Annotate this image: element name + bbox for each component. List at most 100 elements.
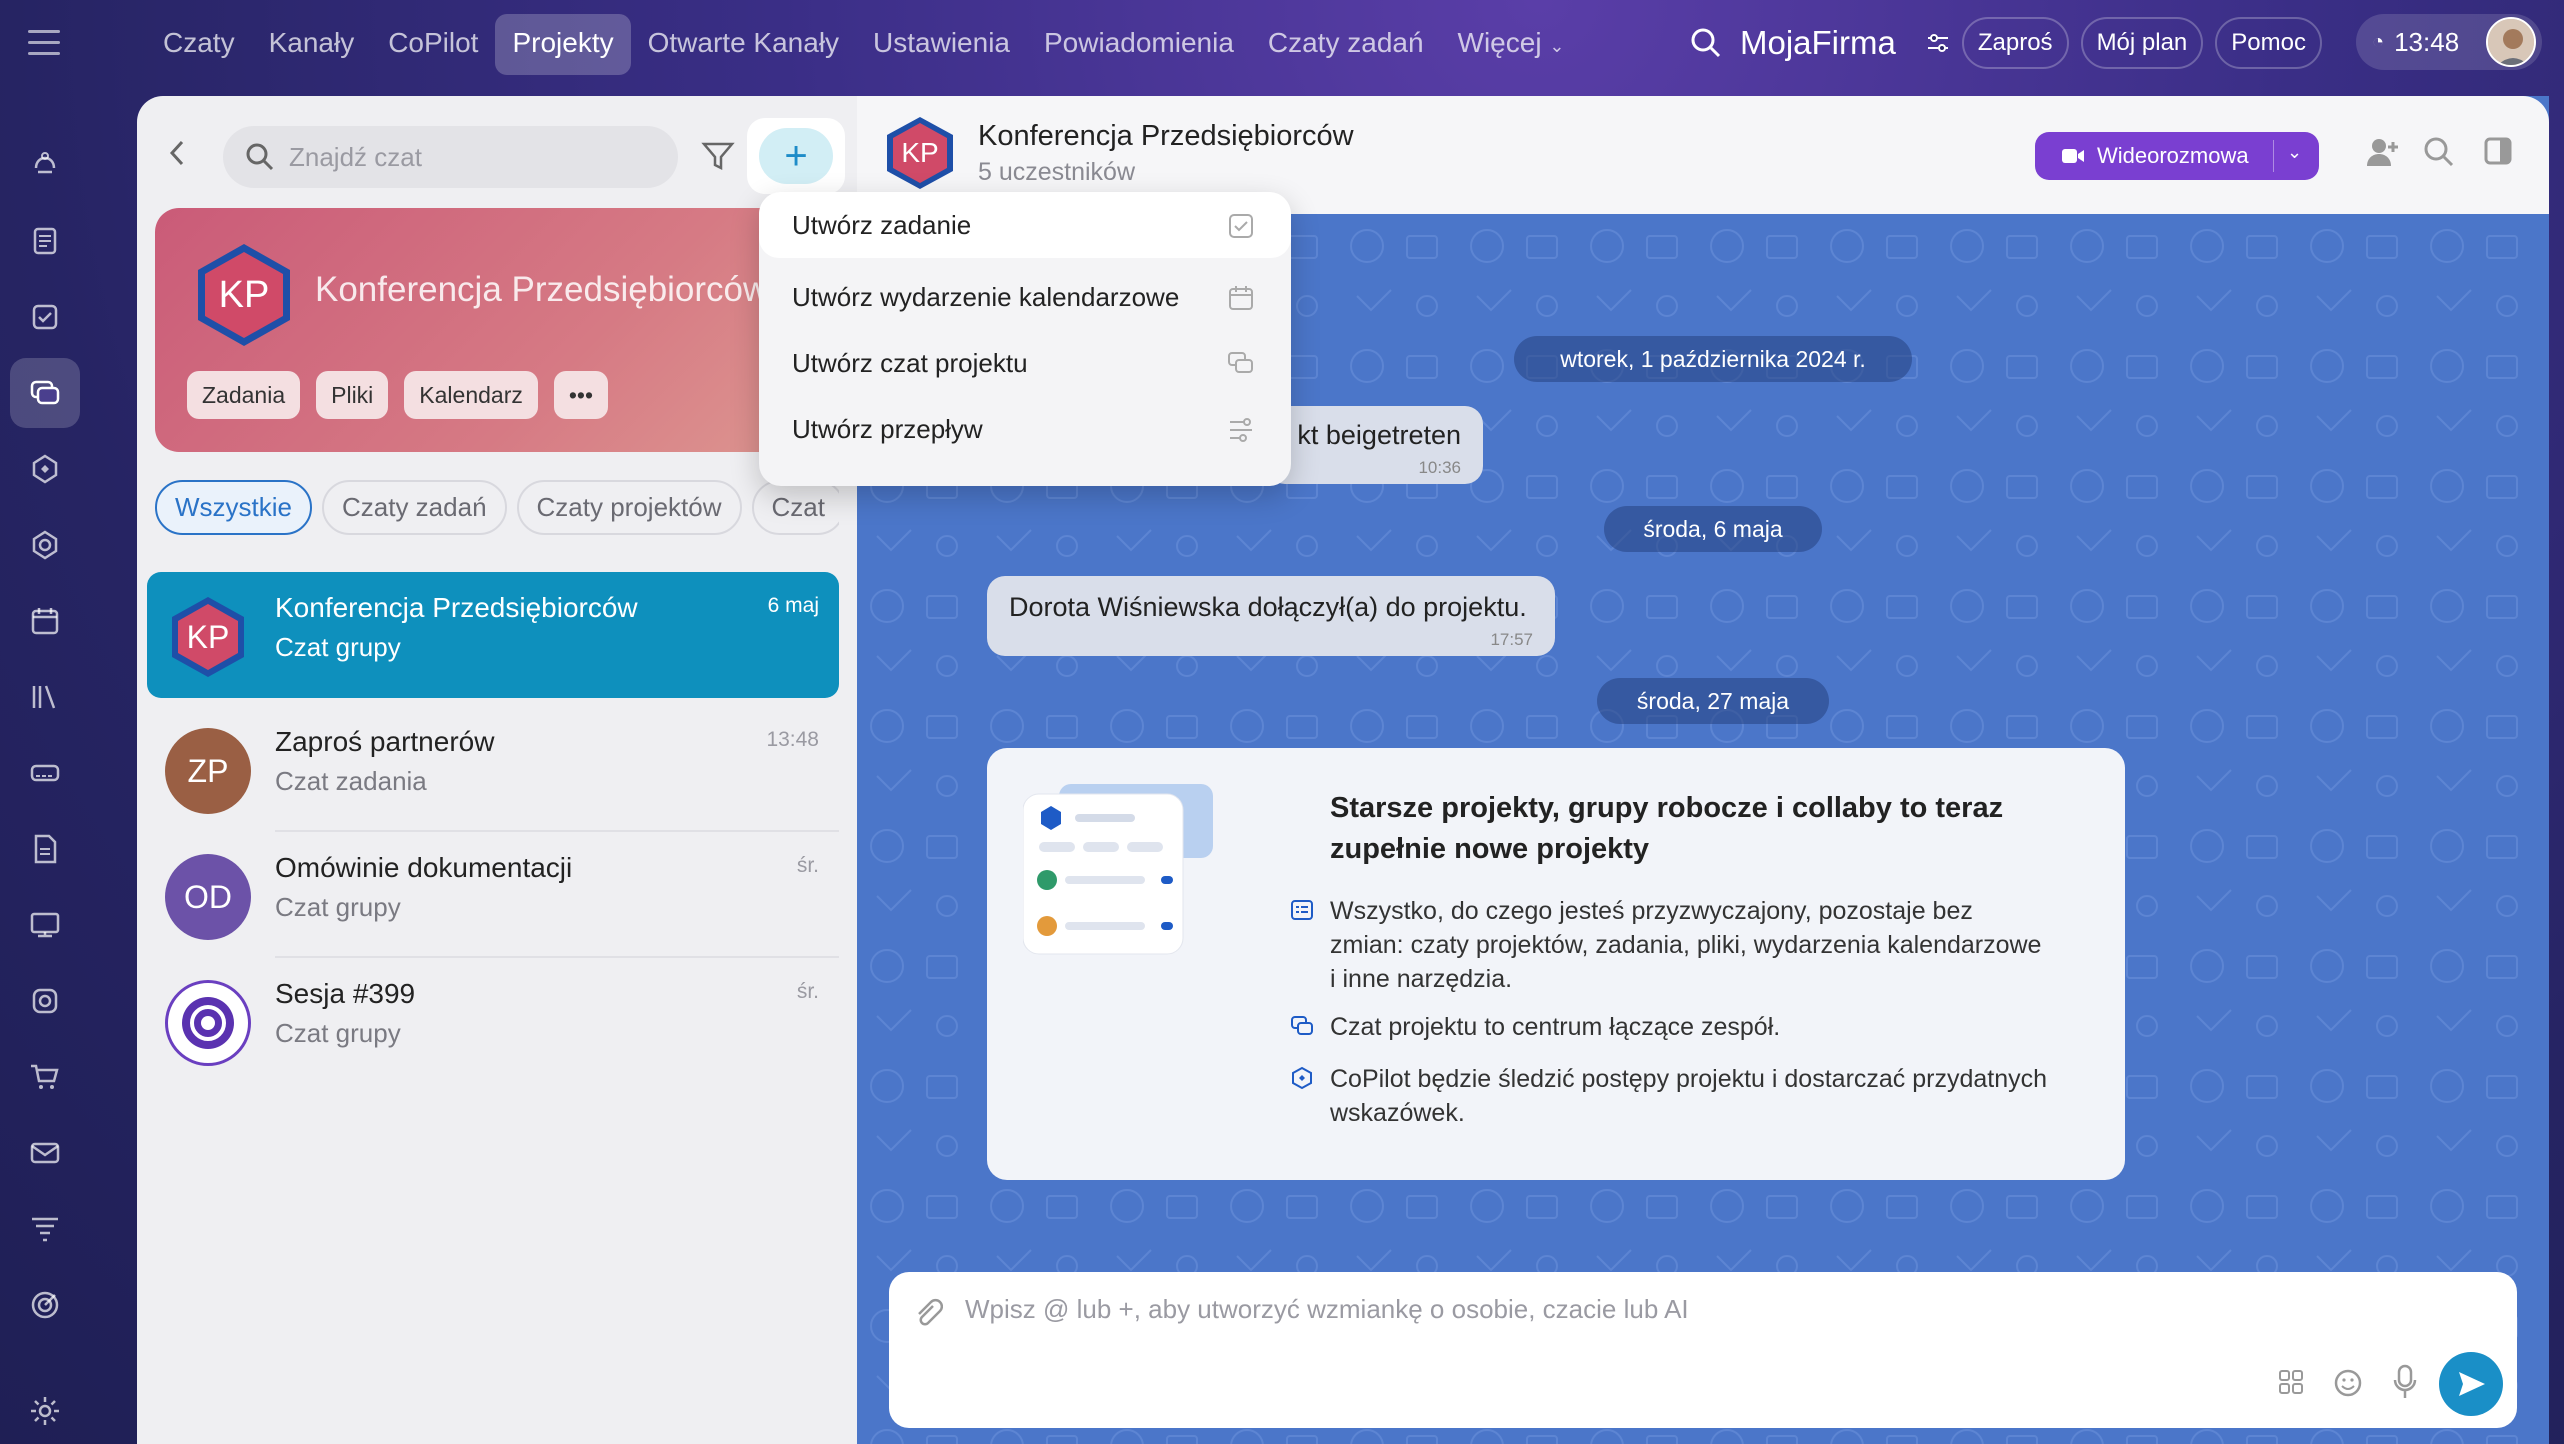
- project-avatar: KP: [189, 240, 299, 350]
- nav-otwarte-kanaly[interactable]: Otwarte Kanały: [631, 14, 856, 75]
- add-user-icon[interactable]: [2365, 136, 2401, 168]
- message-text: Dorota Wiśniewska dołączył(a) do projekt…: [1009, 592, 1527, 622]
- presentations-icon[interactable]: [10, 890, 80, 960]
- chat-header-initials: KP: [901, 137, 939, 168]
- info-item: CoPilot będzie śledzić postępy projektu …: [1292, 1062, 2050, 1130]
- feed-icon[interactable]: [10, 206, 80, 276]
- chat-item-zp[interactable]: ZP Zaproś partnerów Czat zadania 13:48: [147, 706, 839, 832]
- list-icon: [1291, 900, 1313, 920]
- chip-files[interactable]: Pliki: [316, 371, 389, 419]
- video-icon: [2062, 149, 2084, 163]
- chevron-down-icon[interactable]: ⌄: [2287, 142, 2302, 163]
- chat-title[interactable]: Konferencja Przedsiębiorców: [978, 120, 1354, 153]
- chat-item-kp[interactable]: KP Konferencja Przedsiębiorców Czat grup…: [147, 572, 839, 698]
- menu-create-project-chat[interactable]: Utwórz czat projektu: [759, 330, 1291, 396]
- nav-powiadomienia[interactable]: Powiadomienia: [1027, 14, 1251, 75]
- mail-icon[interactable]: [10, 1118, 80, 1188]
- send-button[interactable]: [2439, 1352, 2503, 1416]
- chat-time: śr.: [796, 980, 819, 1003]
- copilot-icon: [1292, 1066, 1312, 1090]
- chat-header-avatar[interactable]: KP: [881, 114, 959, 192]
- menu-item-label: Utwórz wydarzenie kalendarzowe: [792, 281, 1180, 312]
- date-separator: środa, 6 maja: [1604, 506, 1822, 552]
- nav-czaty-zadan[interactable]: Czaty zadań: [1251, 14, 1441, 75]
- menu-create-flow[interactable]: Utwórz przepływ: [759, 396, 1291, 462]
- sidebar-rail: [0, 120, 90, 1444]
- help-button[interactable]: Pomoc: [2215, 17, 2322, 69]
- nav-projekty[interactable]: Projekty: [495, 14, 631, 75]
- info-item: Czat projektu to centrum łączące zespół.: [1291, 1010, 2050, 1044]
- chat-members[interactable]: 5 uczestników: [978, 158, 1135, 187]
- invite-button[interactable]: Zaproś: [1961, 17, 2069, 69]
- menu-create-task[interactable]: Utwórz zadanie: [759, 192, 1291, 258]
- menu-item-label: Utwórz przepływ: [792, 413, 983, 444]
- session-icon: [182, 997, 234, 1049]
- add-button[interactable]: +: [759, 128, 833, 184]
- plan-button[interactable]: Mój plan: [2080, 17, 2204, 69]
- tab-project-chats[interactable]: Czaty projektów: [516, 480, 742, 535]
- send-icon: [2459, 1372, 2485, 1396]
- avatar[interactable]: [2486, 17, 2536, 67]
- target-icon[interactable]: [10, 1270, 80, 1340]
- copilot-icon[interactable]: [10, 130, 80, 200]
- knowledge-icon[interactable]: [10, 662, 80, 732]
- message-composer[interactable]: Wpisz @ lub +, aby utworzyć wzmiankę o o…: [889, 1272, 2517, 1428]
- microphone-icon[interactable]: [2393, 1364, 2417, 1400]
- date-separator: środa, 27 maja: [1597, 678, 1829, 724]
- search-input[interactable]: Znajdź czat: [223, 126, 678, 188]
- top-bar: Czaty Kanały CoPilot Projekty Otwarte Ka…: [0, 0, 2564, 88]
- nav-czaty[interactable]: Czaty: [146, 14, 252, 75]
- tasks-icon[interactable]: [10, 282, 80, 352]
- menu-icon[interactable]: [28, 30, 60, 58]
- drive-icon[interactable]: [10, 966, 80, 1036]
- message-time: 10:36: [1418, 458, 1461, 477]
- funnel-icon[interactable]: [10, 1194, 80, 1264]
- chat-name: Omówinie dokumentacji: [275, 852, 573, 883]
- filter-icon[interactable]: [701, 140, 735, 172]
- tab-more[interactable]: Czat: [751, 480, 839, 535]
- documents-icon[interactable]: [10, 814, 80, 884]
- composer-placeholder: Wpisz @ lub +, aby utworzyć wzmiankę o o…: [965, 1294, 1689, 1324]
- crm-icon[interactable]: [10, 738, 80, 808]
- apps-icon[interactable]: [2277, 1368, 2305, 1396]
- emoji-icon[interactable]: [2333, 1368, 2363, 1398]
- nav-ustawienia[interactable]: Ustawienia: [856, 14, 1027, 75]
- projects-illustration: [1022, 784, 1213, 964]
- sliders-icon[interactable]: [1926, 31, 1950, 55]
- search-icon[interactable]: [1690, 27, 1722, 59]
- ai-icon[interactable]: [10, 434, 80, 504]
- chip-calendar[interactable]: Kalendarz: [404, 371, 538, 419]
- top-nav: Czaty Kanały CoPilot Projekty Otwarte Ka…: [146, 14, 1581, 75]
- calendar-icon[interactable]: [10, 586, 80, 656]
- nav-copilot[interactable]: CoPilot: [371, 14, 495, 75]
- info-title: Starsze projekty, grupy robocze i collab…: [1330, 792, 2004, 865]
- search-icon[interactable]: [2423, 136, 2455, 168]
- create-menu: Utwórz zadanie Utwórz wydarzenie kalenda…: [759, 192, 1291, 486]
- chat-name: Sesja #399: [275, 978, 416, 1009]
- video-call-button[interactable]: Wideorozmowa ⌄: [2035, 132, 2319, 180]
- chat-item-od[interactable]: OD Omówinie dokumentacji Czat grupy śr.: [147, 832, 839, 958]
- shop-icon[interactable]: [10, 1042, 80, 1112]
- back-icon[interactable]: [167, 138, 187, 168]
- chat-time: 13:48: [766, 728, 819, 751]
- nav-wiecej[interactable]: Więcej ⌄: [1441, 14, 1582, 75]
- chat-avatar: OD: [165, 854, 251, 940]
- groups-icon[interactable]: [10, 510, 80, 580]
- tab-task-chats[interactable]: Czaty zadań: [322, 480, 507, 535]
- chats-icon[interactable]: [10, 358, 80, 428]
- sidebar-toggle-icon[interactable]: [2483, 136, 2513, 166]
- attach-icon[interactable]: [913, 1298, 943, 1328]
- tab-all[interactable]: Wszystkie: [155, 480, 312, 535]
- chat-icon: [1291, 1016, 1313, 1035]
- menu-create-event[interactable]: Utwórz wydarzenie kalendarzowe: [759, 264, 1291, 330]
- settings-icon[interactable]: [10, 1376, 80, 1444]
- chip-tasks[interactable]: Zadania: [187, 371, 301, 419]
- nav-kanaly[interactable]: Kanały: [252, 14, 372, 75]
- more-button[interactable]: •••: [553, 371, 609, 419]
- search-placeholder: Znajdź czat: [289, 141, 422, 172]
- clock-widget[interactable]: ◔ 13:48: [2356, 14, 2542, 70]
- project-card[interactable]: KP Konferencja Przedsiębiorców Zadania P…: [155, 208, 857, 452]
- chat-item-sesja[interactable]: Sesja #399 Czat grupy śr.: [147, 958, 839, 1084]
- chat-list-panel: Znajdź czat + KP Konferencja Przedsiębio…: [137, 96, 857, 1444]
- chat-initials: KP: [186, 618, 230, 655]
